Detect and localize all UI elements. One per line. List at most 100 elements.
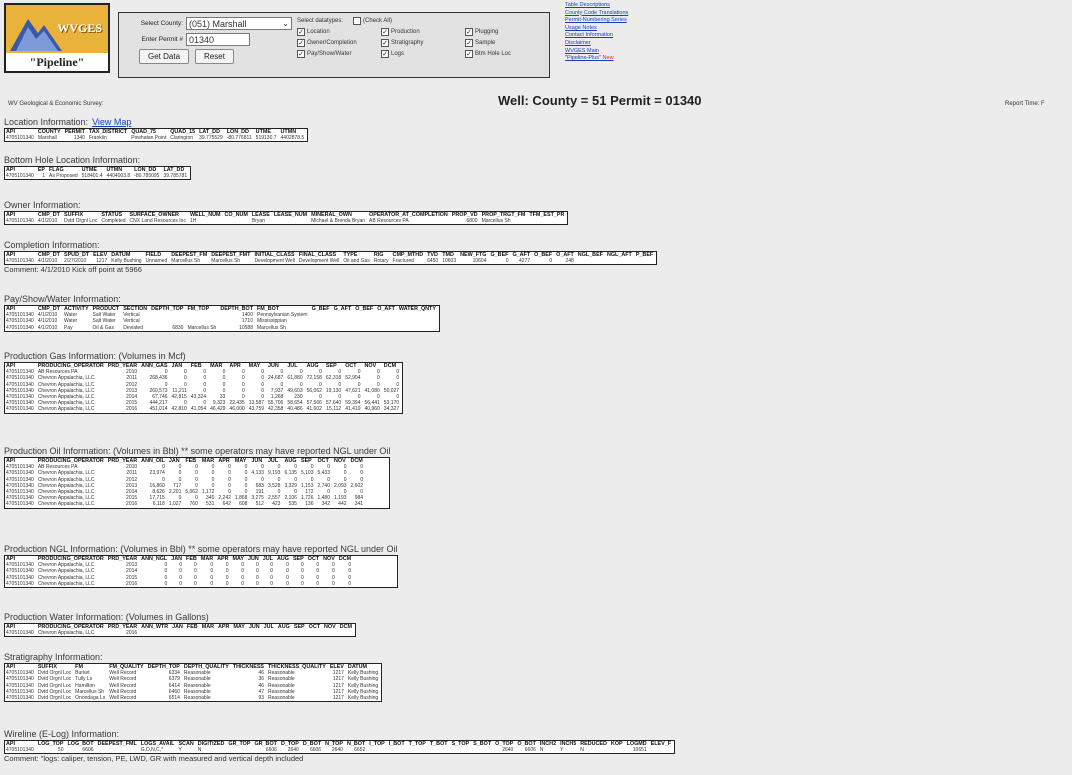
oil-table: API PRODUCING_OPERATOR PRD_YEAR ANN_OIL JAN F…	[4, 457, 391, 509]
table-cell: 0	[194, 580, 197, 587]
datatype-label: Logs	[391, 51, 405, 57]
header-link[interactable]: WVGES Main	[565, 48, 695, 56]
table-cell: Dvtd Orgnl Loc	[37, 695, 72, 702]
table-cell: 518401.4	[81, 173, 103, 180]
table-cell: 46,000	[229, 406, 245, 413]
datatype-checkbox[interactable]: ✓	[381, 39, 389, 47]
datatype-checkbox[interactable]: ✓	[381, 28, 389, 36]
datatype-item[interactable]: ✓ Logs	[381, 50, 465, 58]
table-cell: -80.776811	[226, 135, 252, 142]
pay-table: API CMP_DT ACTIVITY PRODUCT SECTION DEPTH_TOP…	[4, 305, 440, 332]
table-cell: 136	[305, 501, 314, 508]
datatype-item[interactable]: ✓ Btm Hole Loc	[465, 50, 547, 58]
header-link[interactable]: Usage Notes	[565, 25, 695, 33]
table-cell: Rotary	[373, 258, 389, 265]
datatype-label: Sample	[475, 40, 496, 46]
header-link-text: Contact Information	[565, 32, 613, 39]
table-cell: 4705101340	[6, 318, 34, 325]
header-link-text: "Pipeline-Plus"	[565, 55, 602, 62]
column-header: GR_TOP	[228, 741, 251, 747]
table-row: 4705101340 Dvtd Orgnl Loc Onondaga Ls Well …	[5, 695, 381, 701]
table-cell: 423	[272, 501, 281, 508]
table-cell: Y	[560, 747, 564, 754]
table-cell: 4/1/2010	[37, 258, 58, 265]
county-label: Select County:	[140, 20, 183, 27]
table-cell: 2/27/2010	[63, 258, 87, 265]
table-cell: Dvtd Orgnl Loc	[37, 682, 72, 689]
table-cell: 2640	[287, 747, 299, 754]
datatype-checkbox[interactable]: ✓	[465, 28, 473, 36]
datatype-item[interactable]: ✓ Sample	[465, 39, 547, 47]
table-cell: 0	[256, 580, 259, 587]
table-cell	[171, 630, 186, 636]
header-link[interactable]: County Code Translations	[565, 10, 695, 18]
pay-title: Pay/Show/Water Information:	[4, 294, 121, 304]
column-header: DEPTH_TOP	[151, 306, 184, 312]
oil-title: Production Oil Information: (Volumes in …	[4, 446, 391, 456]
datatype-checkbox[interactable]: ✓	[297, 50, 305, 58]
datatype-checkbox[interactable]: ✓	[297, 39, 305, 47]
table-cell	[248, 630, 263, 636]
table-cell: N	[197, 747, 202, 754]
table-cell: 4277	[519, 258, 531, 265]
datatype-item[interactable]: ✓ Owner/Completion	[297, 39, 381, 47]
datatype-item[interactable]: ✓ Plugging	[465, 28, 547, 36]
table-cell: 4705101340	[6, 630, 34, 637]
column-header: S_BOT	[473, 741, 492, 747]
header-link[interactable]: Disclaimer	[565, 40, 695, 48]
table-cell: 4404003.8	[106, 173, 131, 180]
table-cell	[635, 258, 656, 264]
table-cell	[232, 630, 247, 636]
table-cell: Dvtd Orgnl Loc	[37, 676, 72, 683]
table-cell: 642	[222, 501, 231, 508]
table-cell	[354, 325, 376, 331]
table-cell: 0	[549, 258, 553, 265]
table-cell	[263, 630, 277, 636]
datatype-checkbox[interactable]: ✓	[381, 50, 389, 58]
header-link-text: Disclaimer	[565, 39, 591, 46]
datatype-label: Stratigraphy	[391, 40, 424, 46]
table-cell	[277, 630, 293, 636]
table-cell: 6,118	[152, 501, 165, 508]
reset-button[interactable]: Reset	[195, 49, 234, 64]
table-cell	[472, 747, 494, 753]
header-link[interactable]: Permit-Numbering Series	[565, 17, 695, 25]
table-cell	[201, 630, 217, 636]
county-select[interactable]: (051) Marshall ⌄	[186, 17, 292, 30]
datatype-item[interactable]: ✓ Production	[381, 28, 465, 36]
header-link[interactable]: Table Descriptions	[565, 2, 695, 10]
header-link[interactable]: "Pipeline-Plus" New	[565, 55, 695, 63]
table-cell: 15,112	[326, 406, 342, 413]
table-cell	[97, 747, 140, 753]
header-link[interactable]: Contact Information	[565, 32, 695, 40]
table-cell	[293, 630, 308, 636]
check-all-checkbox[interactable]	[353, 17, 362, 25]
get-data-button[interactable]: Get Data	[139, 49, 190, 64]
table-cell	[610, 747, 626, 753]
datatype-item[interactable]: ✓ Location	[297, 28, 381, 36]
datatype-item[interactable]: ✓ Stratigraphy	[381, 39, 465, 47]
table-cell: 0	[505, 258, 509, 265]
wireline-title: Wireline (E-Log) Information:	[4, 729, 120, 739]
table-cell: 760	[189, 501, 198, 508]
owner-title: Owner Information:	[4, 200, 81, 210]
permit-label: Enter Permit #	[141, 36, 183, 43]
table-cell: 6830	[172, 324, 184, 331]
column-header: TFM_EST_PR	[529, 212, 565, 218]
table-cell: Development Well	[298, 258, 340, 265]
datatype-checkbox[interactable]: ✓	[465, 39, 473, 47]
logo-text: WVGES	[57, 21, 102, 35]
table-cell: 42,810	[171, 406, 187, 413]
permit-input[interactable]: 01340	[186, 33, 250, 46]
table-cell: Chevron Appalachia, LLC	[37, 580, 95, 587]
table-cell: 4705101340	[6, 324, 34, 331]
table-row: 4705101340 Chevron Appalachia, LLC 2015 0 0 0…	[5, 575, 354, 581]
gas-table: API PRODUCING_OPERATOR PRD_YEAR ANN_GAS JAN F…	[4, 362, 404, 414]
table-cell: 2016	[126, 580, 138, 587]
datatype-checkbox[interactable]: ✓	[297, 28, 305, 36]
datatype-checkbox[interactable]: ✓	[465, 50, 473, 58]
column-header: I_TOP	[369, 741, 385, 747]
datatype-item[interactable]: ✓ Pay/Show/Water	[297, 50, 381, 58]
view-map-link[interactable]: View Map	[92, 117, 131, 127]
table-cell: 42,358	[268, 406, 284, 413]
